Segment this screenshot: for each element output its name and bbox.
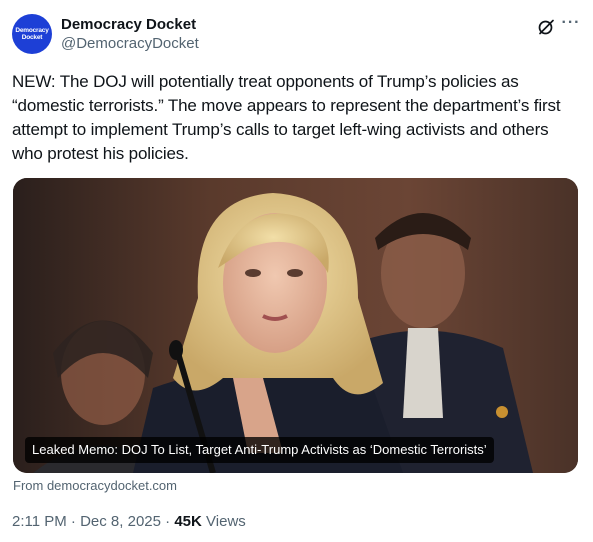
- avatar[interactable]: Democracy Docket: [12, 14, 52, 54]
- card-photo: [13, 178, 578, 473]
- views-count[interactable]: 45K: [174, 513, 202, 530]
- tweet-date[interactable]: Dec 8, 2025: [80, 513, 161, 530]
- tweet-header: Democracy Docket Democracy Docket @Democ…: [12, 14, 583, 58]
- tweet-text: NEW: The DOJ will potentially treat oppo…: [12, 72, 561, 163]
- handle[interactable]: @DemocracyDocket: [61, 34, 199, 53]
- views-label: Views: [206, 513, 246, 530]
- display-name[interactable]: Democracy Docket: [61, 15, 199, 34]
- meta-separator: ·: [165, 513, 171, 530]
- more-icon[interactable]: ···: [561, 15, 581, 36]
- author-names: Democracy Docket @DemocracyDocket: [61, 15, 199, 53]
- tweet-meta: 2:11 PM · Dec 8, 2025 · 45K Views: [12, 512, 246, 531]
- card-caption: Leaked Memo: DOJ To List, Target Anti-Tr…: [25, 437, 494, 463]
- grok-icon[interactable]: [537, 18, 555, 36]
- link-card[interactable]: Leaked Memo: DOJ To List, Target Anti-Tr…: [13, 178, 578, 473]
- meta-separator: ·: [70, 513, 76, 530]
- card-source[interactable]: From democracydocket.com: [13, 478, 177, 494]
- avatar-text-line1: Democracy: [15, 27, 49, 34]
- avatar-text-line2: Docket: [21, 34, 43, 41]
- tweet-time[interactable]: 2:11 PM: [12, 513, 67, 530]
